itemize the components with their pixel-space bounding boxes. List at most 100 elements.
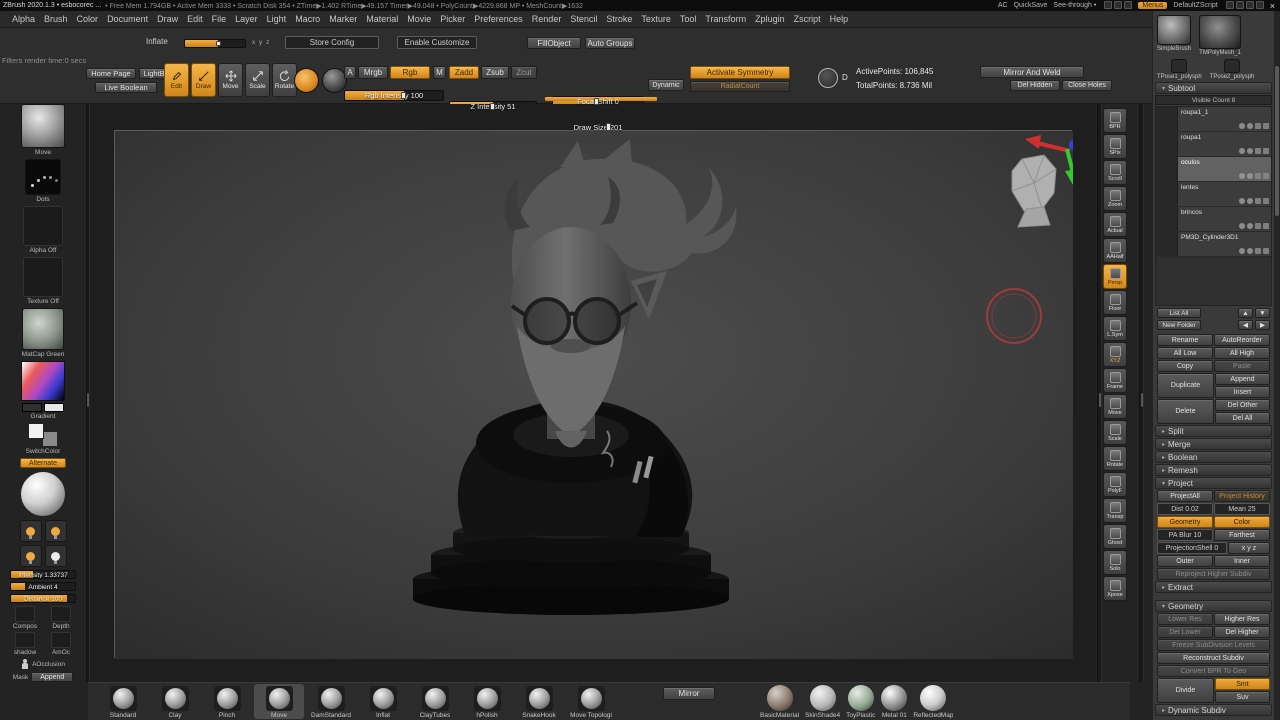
current-brush-thumbnail[interactable] — [21, 104, 65, 148]
inner-button[interactable]: Inner — [1214, 555, 1270, 567]
edit-pen-icon[interactable] — [1263, 198, 1269, 204]
titlebar-icon[interactable] — [1236, 1, 1244, 9]
freeze-subdivision-button[interactable]: Freeze SubDivision Levels — [1157, 639, 1270, 651]
brush-item[interactable]: Inflat — [358, 684, 408, 719]
uv-icon[interactable] — [1255, 123, 1261, 129]
subtool-item[interactable]: brincos — [1156, 207, 1271, 232]
convert-bpr-button[interactable]: Convert BPR To Geo — [1157, 665, 1270, 677]
main-color-swatch[interactable] — [22, 403, 42, 412]
current-alpha-thumbnail[interactable] — [23, 206, 63, 246]
menu-item[interactable]: Movie — [407, 14, 431, 24]
brush-item[interactable]: Move — [254, 684, 304, 719]
subtool-thumbnail[interactable] — [1156, 107, 1178, 131]
tool-thumbnail[interactable] — [1224, 59, 1240, 73]
current-matcap-thumbnail[interactable] — [22, 308, 64, 350]
rgb-intensity-slider[interactable]: Rgb Intensity 100 — [344, 90, 444, 101]
edit-pen-icon[interactable] — [1263, 173, 1269, 179]
brush-item[interactable]: Pinch — [202, 684, 252, 719]
reproject-higher-subdiv-button[interactable]: Reproject Higher Subdiv — [1157, 568, 1270, 580]
mirror-and-weld-button[interactable]: Mirror And Weld — [980, 66, 1084, 78]
menu-item[interactable]: Preferences — [474, 14, 523, 24]
menu-item[interactable]: Zplugin — [755, 14, 785, 24]
shelf-button[interactable]: Move — [1103, 394, 1127, 419]
menu-item[interactable]: Stroke — [606, 14, 632, 24]
uv-icon[interactable] — [1255, 173, 1261, 179]
brush-item[interactable]: ClayTubes — [410, 684, 460, 719]
projection-xyz-button[interactable]: x y z — [1228, 542, 1270, 554]
titlebar-icon[interactable] — [1246, 1, 1254, 9]
aocclusion-label[interactable]: AOcclusion — [32, 661, 65, 668]
tool-thumbnail[interactable] — [1171, 59, 1187, 73]
sculpture-viewport[interactable] — [115, 131, 1073, 659]
focal-shift-slider[interactable]: Focal Shift 0 — [552, 96, 644, 107]
dist-slider[interactable]: Dist 0.02 — [1157, 503, 1213, 515]
polypaint-icon[interactable] — [1247, 123, 1253, 129]
close-holes-button[interactable]: Close Holes — [1062, 80, 1112, 91]
live-boolean-button[interactable]: Live Boolean — [95, 82, 157, 93]
shelf-button[interactable]: Floor — [1103, 290, 1127, 315]
edit-pen-icon[interactable] — [1263, 123, 1269, 129]
menu-item[interactable]: Layer — [235, 14, 258, 24]
dynamic-subdiv-section-header[interactable]: ▸Dynamic Subdiv — [1155, 704, 1272, 716]
eye-icon[interactable] — [1239, 148, 1245, 154]
all-low-button[interactable]: All Low — [1157, 347, 1213, 359]
m-button[interactable]: M — [433, 66, 446, 79]
mean-slider[interactable]: Mean 25 — [1214, 503, 1270, 515]
subtool-down-button[interactable]: ▼ — [1255, 308, 1270, 318]
divide-button[interactable]: Divide — [1157, 678, 1214, 703]
material-item[interactable]: BasicMaterial — [760, 684, 799, 719]
menu-item[interactable]: Marker — [329, 14, 357, 24]
distance-slider[interactable]: Distance 100 — [10, 594, 76, 603]
uv-icon[interactable] — [1255, 198, 1261, 204]
pa-blur-slider[interactable]: PA Blur 10 — [1157, 529, 1213, 541]
shelf-button[interactable]: Scale — [1103, 420, 1127, 445]
auto-reorder-button[interactable]: AutoReorder — [1214, 334, 1270, 346]
polypaint-icon[interactable] — [1247, 198, 1253, 204]
material-preview-sphere[interactable] — [20, 471, 66, 517]
inflate-slider[interactable] — [184, 39, 246, 48]
menu-item[interactable]: Color — [77, 14, 99, 24]
append-button[interactable]: Append — [1215, 373, 1270, 385]
subtool-item[interactable]: PM3D_Cylinder3D1 — [1156, 232, 1271, 257]
append-light-button[interactable]: Append — [31, 672, 73, 682]
geometry-section-header[interactable]: ▾Geometry — [1155, 600, 1272, 612]
subtool-up-button[interactable]: ▲ — [1238, 308, 1253, 318]
edit-pen-icon[interactable] — [1263, 248, 1269, 254]
shelf-button[interactable]: BPR — [1103, 108, 1127, 133]
menu-item[interactable]: Render — [532, 14, 562, 24]
activate-symmetry-button[interactable]: Activate Symmetry — [690, 66, 790, 79]
material-item[interactable]: SkinShade4 — [805, 684, 840, 719]
menu-item[interactable]: Material — [366, 14, 398, 24]
smt-toggle[interactable]: Smt — [1215, 678, 1270, 690]
subtool-thumbnail[interactable] — [1156, 207, 1178, 231]
reconstruct-subdiv-button[interactable]: Reconstruct Subdiv — [1157, 652, 1270, 664]
inflate-xyz-label[interactable]: x y z — [252, 39, 270, 46]
see-through-slider[interactable]: See-through • — [1053, 2, 1096, 9]
menu-item[interactable]: Document — [107, 14, 148, 24]
subtool-item[interactable]: oculos — [1156, 157, 1271, 182]
polypaint-icon[interactable] — [1247, 148, 1253, 154]
mask-label[interactable]: Mask — [13, 674, 29, 681]
brush-item[interactable]: Clay — [150, 684, 200, 719]
edit-pen-icon[interactable] — [1263, 223, 1269, 229]
higher-res-button[interactable]: Higher Res — [1214, 613, 1270, 625]
auto-groups-button[interactable]: Auto Groups — [585, 37, 635, 49]
titlebar-icon[interactable] — [1256, 1, 1264, 9]
eye-icon[interactable] — [1239, 123, 1245, 129]
project-history-button[interactable]: Project History — [1214, 490, 1270, 502]
shelf-button[interactable]: Actual — [1103, 212, 1127, 237]
brush-item[interactable]: Move Topologi — [566, 684, 616, 719]
delete-button[interactable]: Delete — [1157, 399, 1214, 424]
subtool-thumbnail[interactable] — [1156, 182, 1178, 206]
current-texture-thumbnail[interactable] — [23, 257, 63, 297]
titlebar-icon[interactable] — [1124, 1, 1132, 9]
eye-icon[interactable] — [1239, 173, 1245, 179]
tool-slot[interactable]: TPose1_polysph — [1157, 59, 1202, 80]
lower-res-button[interactable]: Lower Res — [1157, 613, 1213, 625]
depth-thumbnail[interactable] — [51, 606, 71, 622]
paste-button[interactable]: Paste — [1214, 360, 1270, 372]
subtool-item[interactable]: roupa1 — [1156, 132, 1271, 157]
edit-pen-icon[interactable] — [1263, 148, 1269, 154]
merge-section-header[interactable]: ▸Merge — [1155, 438, 1272, 450]
light-button[interactable] — [45, 545, 67, 567]
